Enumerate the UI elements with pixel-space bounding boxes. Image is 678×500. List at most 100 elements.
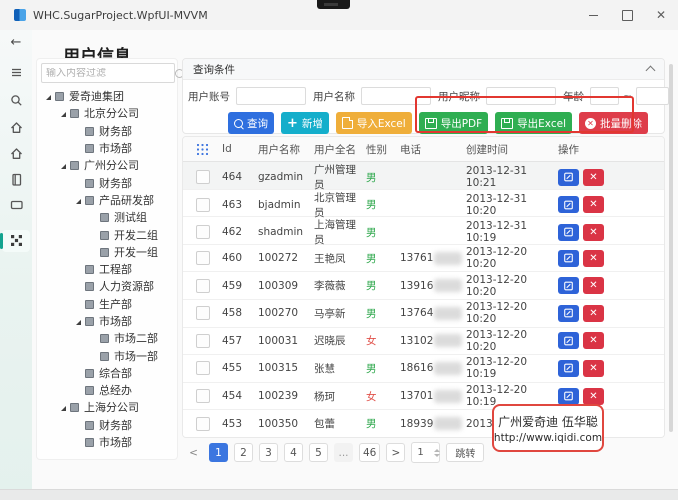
age-max-input[interactable] xyxy=(635,87,669,105)
page-button-2[interactable]: 2 xyxy=(234,443,253,462)
cancel-circle-icon: ✕ xyxy=(585,117,596,129)
cell-gender: 男 xyxy=(366,307,377,320)
toolbar-button-导出Excel[interactable]: 导出Excel xyxy=(495,112,572,134)
delete-button[interactable]: ✕ xyxy=(583,332,604,350)
row-checkbox[interactable] xyxy=(196,170,210,184)
vertical-scrollbar[interactable] xyxy=(669,64,673,432)
search-icon[interactable] xyxy=(0,89,32,111)
row-checkbox[interactable] xyxy=(196,361,210,376)
row-checkbox[interactable] xyxy=(196,251,210,266)
delete-button[interactable]: ✕ xyxy=(583,168,604,186)
minimize-button[interactable] xyxy=(576,0,610,30)
jump-button[interactable]: 跳转 xyxy=(446,443,485,462)
query-panel-title: 查询条件 xyxy=(193,63,235,76)
close-button[interactable]: ✕ xyxy=(644,0,678,30)
row-checkbox[interactable] xyxy=(196,333,210,348)
edit-button[interactable] xyxy=(558,359,579,377)
journal-icon[interactable] xyxy=(0,168,32,190)
tree-node[interactable]: 财务部 xyxy=(39,123,175,140)
delete-button[interactable]: ✕ xyxy=(583,249,604,267)
tree-node[interactable]: 测试组 xyxy=(39,209,175,226)
collapse-chevron-icon[interactable] xyxy=(645,65,656,76)
tree-node[interactable]: 总经办 xyxy=(39,382,175,399)
maximize-button[interactable] xyxy=(610,0,644,30)
edit-button[interactable] xyxy=(558,223,579,241)
expand-arrow-icon[interactable] xyxy=(58,108,69,119)
tree-node[interactable]: 开发一组 xyxy=(39,244,175,261)
row-checkbox[interactable] xyxy=(196,225,210,240)
expand-arrow-icon[interactable] xyxy=(73,195,84,206)
toolbar-button-导出PDF[interactable]: 导出PDF xyxy=(418,112,489,134)
row-checkbox[interactable] xyxy=(196,416,210,431)
page-jump-input[interactable] xyxy=(412,447,434,458)
edit-button[interactable] xyxy=(558,168,579,186)
toolbar-button-查询[interactable]: 查询 xyxy=(227,112,274,134)
tree-node[interactable]: 市场一部 xyxy=(39,347,175,364)
tree-node[interactable]: 北京分公司 xyxy=(39,105,175,122)
page-button-46[interactable]: 46 xyxy=(359,443,381,462)
toolbar-button-批量删除[interactable]: ✕ 批量删除 xyxy=(579,112,648,134)
expand-arrow-icon[interactable] xyxy=(43,91,54,102)
page-button-5[interactable]: 5 xyxy=(309,443,328,462)
next-page-button[interactable]: > xyxy=(386,443,406,462)
age-min-input[interactable] xyxy=(590,87,619,105)
tree-node[interactable]: 市场部 xyxy=(39,434,175,451)
back-button[interactable]: ← xyxy=(7,33,25,51)
expand-arrow-icon[interactable] xyxy=(58,160,69,171)
cell-fullname: 广州管理员 xyxy=(314,164,356,191)
tree-node[interactable]: 人力资源部 xyxy=(39,278,175,295)
edit-button[interactable] xyxy=(558,249,579,267)
home-alt-icon[interactable] xyxy=(0,142,32,164)
tree-node[interactable]: 生产部 xyxy=(39,296,175,313)
grid-handle-icon[interactable] xyxy=(183,143,222,155)
page-button-1[interactable]: 1 xyxy=(209,443,228,462)
tree-node[interactable]: 爱奇迪集团 xyxy=(39,88,175,105)
delete-button[interactable]: ✕ xyxy=(583,387,604,405)
tree-node[interactable]: 广州分公司 xyxy=(39,157,175,174)
tree-node[interactable]: 综合部 xyxy=(39,365,175,382)
tree-node[interactable]: 产品研发部 xyxy=(39,192,175,209)
edit-button[interactable] xyxy=(558,332,579,350)
username-input[interactable] xyxy=(361,87,431,105)
row-checkbox[interactable] xyxy=(196,306,210,321)
window-icon[interactable] xyxy=(0,193,32,215)
modules-icon[interactable] xyxy=(0,229,32,251)
tree-node-label: 上海分公司 xyxy=(84,401,139,415)
edit-button[interactable] xyxy=(558,196,579,214)
account-input[interactable] xyxy=(236,87,306,105)
row-checkbox[interactable] xyxy=(196,389,210,404)
cell-account: 100270 xyxy=(258,307,299,320)
delete-button[interactable]: ✕ xyxy=(583,304,604,322)
expand-arrow-icon[interactable] xyxy=(58,402,69,413)
page-button-3[interactable]: 3 xyxy=(259,443,278,462)
tree-filter-input[interactable] xyxy=(42,67,175,79)
prev-page-button[interactable]: < xyxy=(184,443,203,462)
edit-button[interactable] xyxy=(558,387,579,405)
tree-node[interactable]: 开发二组 xyxy=(39,226,175,243)
arrow-spacer xyxy=(73,126,84,137)
tree-node[interactable]: 上海分公司 xyxy=(39,399,175,416)
row-checkbox[interactable] xyxy=(196,278,210,293)
menu-icon[interactable] xyxy=(0,61,32,83)
toolbar-button-新增[interactable]: + 新增 xyxy=(280,112,329,134)
row-checkbox[interactable] xyxy=(196,197,210,212)
tree-node[interactable]: 财务部 xyxy=(39,417,175,434)
toolbar-button-导入Excel[interactable]: 导入Excel xyxy=(335,112,412,134)
spinner-arrows-icon[interactable] xyxy=(434,448,441,457)
nickname-input[interactable] xyxy=(486,87,556,105)
edit-button[interactable] xyxy=(558,304,579,322)
edit-button[interactable] xyxy=(558,277,579,295)
expand-arrow-icon[interactable] xyxy=(73,316,84,327)
tree-node[interactable]: 财务部 xyxy=(39,174,175,191)
delete-button[interactable]: ✕ xyxy=(583,223,604,241)
delete-button[interactable]: ✕ xyxy=(583,196,604,214)
tree-node[interactable]: 市场部 xyxy=(39,140,175,157)
cell-created: 2013-12-20 10:19 xyxy=(466,356,528,381)
home-icon[interactable] xyxy=(0,116,32,138)
tree-node[interactable]: 工程部 xyxy=(39,261,175,278)
delete-button[interactable]: ✕ xyxy=(583,277,604,295)
delete-button[interactable]: ✕ xyxy=(583,359,604,377)
page-button-4[interactable]: 4 xyxy=(284,443,303,462)
tree-node[interactable]: 市场部 xyxy=(39,313,175,330)
tree-node[interactable]: 市场二部 xyxy=(39,330,175,347)
